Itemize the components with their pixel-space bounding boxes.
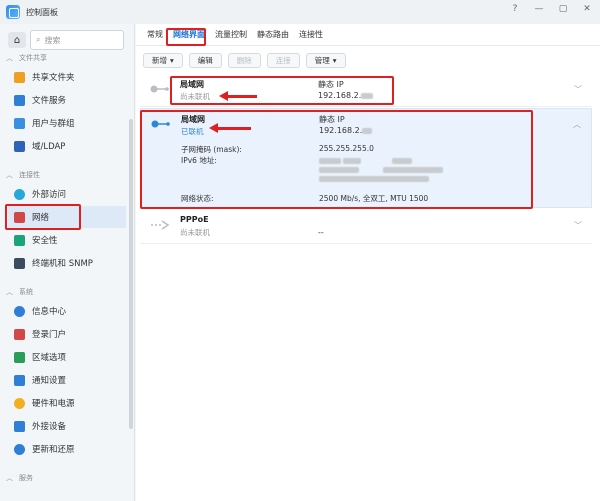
hardware-power-icon <box>14 397 25 409</box>
maximize-button[interactable]: ▢ <box>558 4 568 14</box>
title-bar: 控制面板 ? — ▢ ✕ <box>0 0 600 24</box>
chevron-down-icon[interactable]: ﹀ <box>574 84 582 95</box>
tab-general[interactable]: 常规 <box>142 24 168 46</box>
toolbar: 新增 ▾ 编辑 删除 连接 管理 ▾ <box>143 53 346 68</box>
sidebar: ⌂ ⌕ 搜索 ︿ 文件共享 共享文件夹 文件服务 用户与群组 域/LDAP ︿ <box>0 24 135 501</box>
interface-row-pppoe[interactable]: PPPoE 尚未联机 -- ﹀ <box>140 210 592 244</box>
users-icon <box>14 117 25 129</box>
sidebar-item-terminal-snmp[interactable]: 终端机和 SNMP <box>8 252 126 274</box>
control-panel-icon <box>6 5 20 19</box>
chevron-up-icon: ︿ <box>6 171 13 179</box>
sidebar-item-users-groups[interactable]: 用户与群组 <box>8 112 126 134</box>
terminal-icon <box>14 257 25 269</box>
file-services-icon <box>14 94 25 106</box>
sidebar-item-regional-options[interactable]: 区域选项 <box>8 346 126 368</box>
sidebar-item-shared-folder[interactable]: 共享文件夹 <box>8 66 126 88</box>
annotation-arrow <box>209 123 251 133</box>
dropdown-icon: ▾ <box>170 56 174 65</box>
highlight-network-box <box>5 204 81 230</box>
sidebar-item-security[interactable]: 安全性 <box>8 229 126 251</box>
window-title: 控制面板 <box>26 7 58 17</box>
section-services[interactable]: ︿ 服务 <box>6 473 33 483</box>
section-file-sharing[interactable]: ︿ 文件共享 <box>6 53 47 63</box>
home-button[interactable]: ⌂ <box>8 32 26 48</box>
chevron-up-icon: ︿ <box>6 288 13 296</box>
minimize-button[interactable]: — <box>534 4 544 14</box>
create-button[interactable]: 新增 ▾ <box>143 53 183 68</box>
section-system[interactable]: ︿ 系统 <box>6 287 33 297</box>
region-icon <box>14 351 25 363</box>
highlight-lan1-box <box>170 76 394 105</box>
section-connectivity[interactable]: ︿ 连接性 <box>6 170 40 180</box>
dropdown-icon: ▾ <box>332 56 337 65</box>
shield-icon <box>14 234 25 246</box>
chevron-up-icon: ︿ <box>6 474 13 482</box>
sidebar-item-login-portal[interactable]: 登录门户 <box>8 323 126 345</box>
chevron-down-icon[interactable]: ﹀ <box>574 220 582 231</box>
annotation-arrow <box>219 91 257 101</box>
sidebar-item-domain-ldap[interactable]: 域/LDAP <box>8 135 126 157</box>
chevron-up-icon[interactable]: ︿ <box>573 119 581 130</box>
main-panel: 常规 网络界面 流量控制 静态路由 连接性 新增 ▾ 编辑 删除 连接 管理 ▾ 局… <box>136 24 600 501</box>
search-icon: ⌕ <box>36 35 41 44</box>
delete-button[interactable]: 删除 <box>227 53 261 68</box>
tab-static-route[interactable]: 静态路由 <box>252 24 294 46</box>
sidebar-item-update-restore[interactable]: 更新和还原 <box>8 438 126 460</box>
update-restore-icon <box>14 443 25 455</box>
tab-connectivity[interactable]: 连接性 <box>294 24 328 46</box>
sidebar-item-hardware-power[interactable]: 硬件和电源 <box>8 392 126 414</box>
close-button[interactable]: ✕ <box>582 4 592 14</box>
highlight-lan2-box <box>140 110 533 209</box>
sidebar-item-info-center[interactable]: 信息中心 <box>8 300 126 322</box>
window-controls: ? — ▢ ✕ <box>510 4 592 14</box>
connect-button[interactable]: 连接 <box>266 53 300 68</box>
help-button[interactable]: ? <box>510 4 520 14</box>
external-device-icon <box>14 420 25 432</box>
manage-button[interactable]: 管理 ▾ <box>305 53 346 68</box>
sidebar-item-external-devices[interactable]: 外接设备 <box>8 415 126 437</box>
control-panel-window: 控制面板 ? — ▢ ✕ ⌂ ⌕ 搜索 ︿ 文件共享 共享文件夹 文件服务 用户… <box>0 0 600 501</box>
login-portal-icon <box>14 328 25 340</box>
edit-button[interactable]: 编辑 <box>188 53 222 68</box>
pppoe-icon <box>151 220 170 230</box>
chevron-up-icon: ︿ <box>6 54 13 62</box>
search-input[interactable]: ⌕ 搜索 <box>30 30 124 50</box>
globe-icon <box>14 188 25 200</box>
interface-status: 尚未联机 <box>180 228 210 237</box>
interface-ip-type: -- <box>318 228 324 237</box>
sidebar-item-file-services[interactable]: 文件服务 <box>8 89 126 111</box>
sidebar-item-notification[interactable]: 通知设置 <box>8 369 126 391</box>
domain-icon <box>14 140 25 152</box>
lan-disconnected-icon <box>150 85 169 93</box>
highlight-tab-box <box>166 28 206 46</box>
notification-icon <box>14 374 25 386</box>
tab-traffic-control[interactable]: 流量控制 <box>210 24 252 46</box>
info-icon <box>14 305 25 317</box>
sidebar-scrollbar[interactable] <box>129 119 133 429</box>
home-icon: ⌂ <box>13 34 21 46</box>
sidebar-item-external-access[interactable]: 外部访问 <box>8 183 126 205</box>
folder-share-icon <box>14 71 25 83</box>
search-placeholder: 搜索 <box>44 35 61 45</box>
interface-name: PPPoE <box>180 215 209 224</box>
